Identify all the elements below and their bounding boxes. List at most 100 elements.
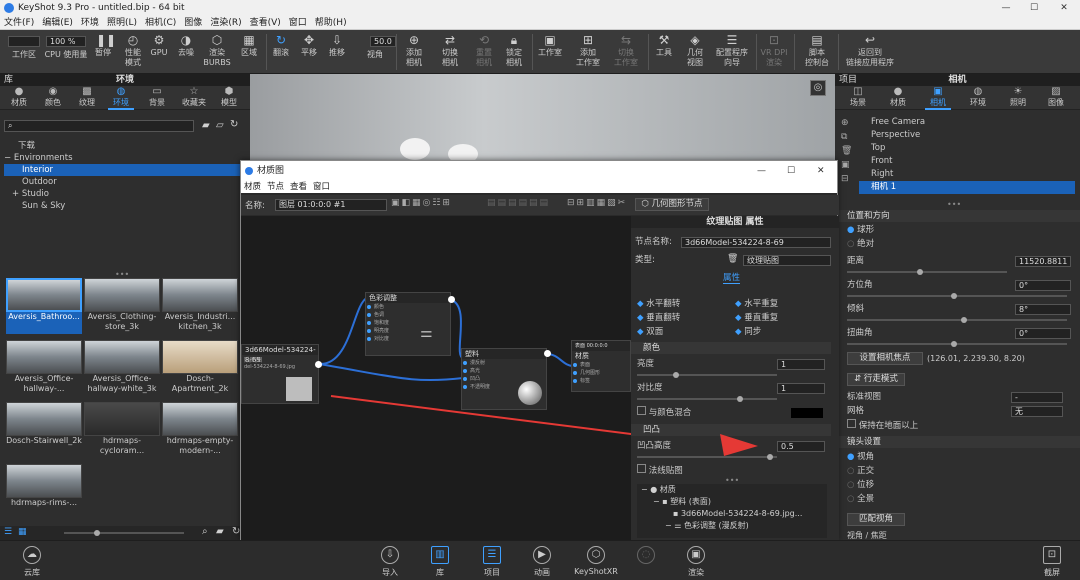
hud-icon[interactable]: ◎: [810, 80, 826, 96]
normal-map-checkbox[interactable]: 法线贴图: [637, 464, 683, 476]
tree-item-texture[interactable]: ▪ 3d66Model-534224-8-69.jpg...: [637, 508, 827, 520]
menu-lighting[interactable]: 照明(L): [103, 16, 141, 30]
thumbnail-item[interactable]: hdrmaps-cycloram...: [84, 402, 160, 458]
incline-slider[interactable]: [847, 317, 1067, 323]
menu-window[interactable]: 窗口: [310, 182, 333, 192]
thumbnail-item[interactable]: Dosch-Stairwell_2k: [6, 402, 82, 458]
tab-materials[interactable]: ● 材质: [6, 86, 32, 110]
menu-window[interactable]: 窗口: [285, 16, 311, 30]
lens-fov-radio[interactable]: ● 视角: [847, 451, 874, 464]
attributes-tab[interactable]: 属性: [723, 272, 741, 284]
tree-item-material[interactable]: − ● 材质: [637, 484, 827, 496]
grid-select[interactable]: 无: [1011, 406, 1063, 417]
close-icon[interactable]: ✕: [1050, 0, 1078, 16]
thumbnail-item[interactable]: Aversis_Office-hallway-white_3k: [84, 340, 160, 396]
blend-color-swatch[interactable]: [791, 408, 823, 418]
menu-edit[interactable]: 编辑(E): [38, 16, 77, 30]
tree-item-interior[interactable]: Interior: [4, 164, 248, 176]
folder-icon[interactable]: ▰: [216, 526, 224, 537]
twist-slider[interactable]: [847, 341, 1067, 347]
delete-icon[interactable]: 🗑︎: [727, 254, 738, 264]
menu-file[interactable]: 文件(F): [0, 16, 38, 30]
thumbnail-item[interactable]: hdrmaps-rims-...: [6, 464, 82, 520]
walk-mode-button[interactable]: ⇵ 行走模式: [847, 373, 905, 386]
flip-horizontal-toggle[interactable]: ◆ 水平翻转: [637, 298, 680, 310]
standard-view-select[interactable]: -: [1011, 392, 1063, 403]
camera-add-icon[interactable]: ▣: [841, 158, 852, 172]
distance-field[interactable]: 11520.8811: [1015, 256, 1071, 267]
plastic-node[interactable]: 塑料 漫反射 高光 凹凸 不透明度: [461, 348, 547, 410]
delete-icon[interactable]: 🗑︎: [841, 144, 852, 158]
tree-item-outdoor[interactable]: Outdoor: [4, 176, 248, 188]
minimize-icon[interactable]: —: [757, 161, 766, 181]
grid-view-icon[interactable]: ▦: [18, 527, 27, 537]
keyvr-button[interactable]: ◌: [626, 545, 666, 579]
tab-camera[interactable]: ▣ 相机: [925, 86, 951, 110]
menu-camera[interactable]: 相机(C): [141, 16, 180, 30]
tab-textures[interactable]: ▩ 纹理: [74, 86, 100, 110]
camera-item-camera1[interactable]: 相机 1: [859, 181, 1075, 194]
color-input[interactable]: 颜色: [366, 303, 450, 311]
azimuth-slider[interactable]: [847, 293, 1067, 299]
incline-field[interactable]: 8°: [1015, 304, 1071, 315]
lens-shift-radio[interactable]: ○ 位移: [847, 479, 874, 492]
thumbnail-item[interactable]: Aversis_Clothing-store_3k: [84, 278, 160, 334]
contrast-field[interactable]: 1: [777, 383, 825, 394]
diffuse-input[interactable]: 漫反射: [462, 359, 546, 367]
tree-item-studio[interactable]: + Studio: [4, 188, 248, 200]
match-perspective-button[interactable]: 匹配视角: [847, 513, 905, 526]
view-angle-button[interactable]: 视角: [362, 50, 388, 72]
camera-item-free[interactable]: Free Camera: [859, 116, 1075, 129]
saturation-input[interactable]: 饱和度: [366, 319, 450, 327]
pan-button[interactable]: ✥ 平移: [296, 32, 322, 72]
reset-camera-button[interactable]: ⟲ 重置 相机: [470, 32, 498, 72]
tab-favorites[interactable]: ☆ 收藏夹: [178, 86, 210, 110]
material-name-field[interactable]: 图层 01:0:0:0 #1: [275, 199, 387, 211]
menu-help[interactable]: 帮助(H): [311, 16, 351, 30]
add-icon[interactable]: ⊕: [841, 116, 852, 130]
twist-field[interactable]: 0°: [1015, 328, 1071, 339]
lock-icon[interactable]: ⊟: [841, 172, 852, 186]
azimuth-field[interactable]: 0°: [1015, 280, 1071, 291]
tumble-button[interactable]: ↻ 翻滚: [268, 32, 294, 72]
graph-tool-icons[interactable]: ▣◧▦◎☷⊞: [391, 198, 452, 208]
workspace-button[interactable]: 工作区: [6, 50, 42, 72]
add-camera-button[interactable]: ⊕ 添加 相机: [400, 32, 428, 72]
tab-environments[interactable]: ◍ 环境: [108, 86, 134, 110]
label-input[interactable]: 标签: [572, 377, 630, 385]
tab-colors[interactable]: ◉ 颜色: [40, 86, 66, 110]
plastic-output-port[interactable]: [544, 350, 551, 357]
fov-field[interactable]: 50.0: [370, 36, 396, 47]
import-button[interactable]: ⇩ 导入: [370, 545, 410, 579]
flip-vertical-toggle[interactable]: ◆ 垂直翻转: [637, 312, 680, 324]
specular-input[interactable]: 高光: [462, 367, 546, 375]
gpu-button[interactable]: ⚙ GPU: [148, 32, 170, 72]
spherical-radio[interactable]: ● 球形: [847, 224, 874, 237]
menu-image[interactable]: 图像: [180, 16, 206, 30]
camera-item-right[interactable]: Right: [859, 168, 1075, 181]
return-to-linked-app-button[interactable]: ↩ 返回到 链接应用程序: [842, 32, 898, 72]
keep-above-ground-checkbox[interactable]: 保持在地面以上: [847, 419, 918, 432]
maximize-icon[interactable]: ☐: [787, 161, 795, 181]
dolly-button[interactable]: ⇩ 推移: [324, 32, 350, 72]
tree-item-plastic[interactable]: − ▪ 塑料 (表面): [637, 496, 827, 508]
camera-item-top[interactable]: Top: [859, 142, 1075, 155]
list-view-icon[interactable]: ☰: [4, 527, 12, 537]
geometry-node-button[interactable]: ⬡ 几何图形节点: [635, 198, 709, 211]
close-icon[interactable]: ✕: [817, 161, 825, 181]
menu-node[interactable]: 节点: [264, 182, 287, 192]
thumbnail-item[interactable]: hdrmaps-empty-modern-...: [162, 402, 238, 458]
maximize-icon[interactable]: ☐: [1020, 0, 1048, 16]
denoise-button[interactable]: ◑ 去噪: [172, 32, 200, 72]
thumbnail-item[interactable]: Aversis_Industri... kitchen_3k: [162, 278, 238, 334]
tools-button[interactable]: ⚒ 工具: [652, 32, 676, 72]
lock-camera-button[interactable]: 🔒︎ 锁定 相机: [500, 32, 528, 72]
script-console-button[interactable]: ▤ 脚本 控制台: [800, 32, 834, 72]
bump-height-field[interactable]: 0.5: [777, 441, 825, 452]
performance-mode-button[interactable]: ◴ 性能 模式: [118, 32, 148, 72]
geometry-view-button[interactable]: ◈ 几何 视图: [682, 32, 708, 72]
hue-input[interactable]: 色调: [366, 311, 450, 319]
brightness-input[interactable]: 明亮度: [366, 327, 450, 335]
menu-view[interactable]: 查看(V): [246, 16, 285, 30]
distance-slider[interactable]: [847, 269, 1007, 275]
